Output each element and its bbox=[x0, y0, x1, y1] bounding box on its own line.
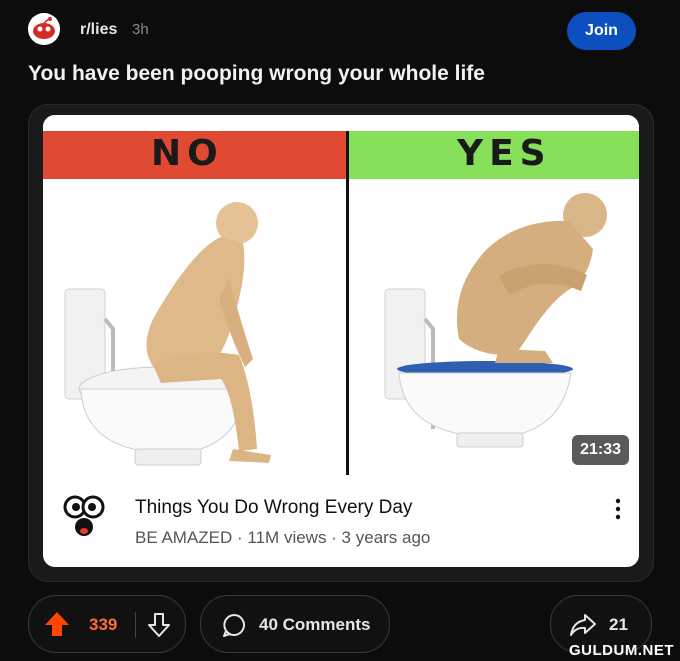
banner-no-text: NO bbox=[151, 133, 224, 174]
channel-avatar-icon[interactable] bbox=[63, 495, 105, 537]
comments-button[interactable]: 40 Comments bbox=[200, 595, 390, 653]
banner-no: NO bbox=[43, 131, 346, 179]
video-card[interactable]: NO YES 21:33 Things You Do Wrong Every D… bbox=[28, 104, 654, 582]
join-button[interactable]: Join bbox=[567, 12, 636, 50]
subreddit-name[interactable]: r/lies bbox=[80, 21, 117, 39]
vote-divider bbox=[135, 612, 136, 638]
squatting-figure-illustration bbox=[384, 193, 607, 448]
comment-icon bbox=[223, 614, 245, 637]
post-header: r/lies 3h Join bbox=[22, 6, 662, 50]
share-icon bbox=[570, 614, 596, 636]
banner-yes-text: YES bbox=[457, 133, 552, 174]
post-actions: 339 40 Comments 21 bbox=[28, 595, 652, 653]
sitting-figure-illustration bbox=[64, 202, 271, 466]
upvote-count: 339 bbox=[89, 615, 118, 634]
vote-control: 339 bbox=[28, 595, 186, 653]
post-time: 3h bbox=[132, 21, 149, 38]
video-duration: 21:33 bbox=[572, 435, 629, 465]
comments-label: 40 Comments bbox=[259, 615, 371, 634]
post-title[interactable]: You have been pooping wrong your whole l… bbox=[28, 62, 485, 86]
video-embed[interactable]: NO YES 21:33 Things You Do Wrong Every D… bbox=[43, 115, 639, 567]
subreddit-logo-icon bbox=[28, 13, 60, 45]
video-title[interactable]: Things You Do Wrong Every Day bbox=[135, 497, 412, 519]
upvote-icon[interactable] bbox=[43, 610, 71, 638]
video-thumbnail[interactable]: NO YES 21:33 bbox=[43, 115, 639, 475]
banner-yes: YES bbox=[349, 131, 639, 179]
video-meta: BE AMAZED · 11M views · 3 years ago bbox=[135, 528, 431, 547]
subreddit-avatar[interactable] bbox=[28, 13, 60, 45]
more-options-icon[interactable] bbox=[615, 497, 621, 521]
downvote-icon[interactable] bbox=[147, 612, 171, 638]
watermark: GULDUM.NET bbox=[569, 642, 674, 659]
share-count: 21 bbox=[609, 615, 628, 634]
